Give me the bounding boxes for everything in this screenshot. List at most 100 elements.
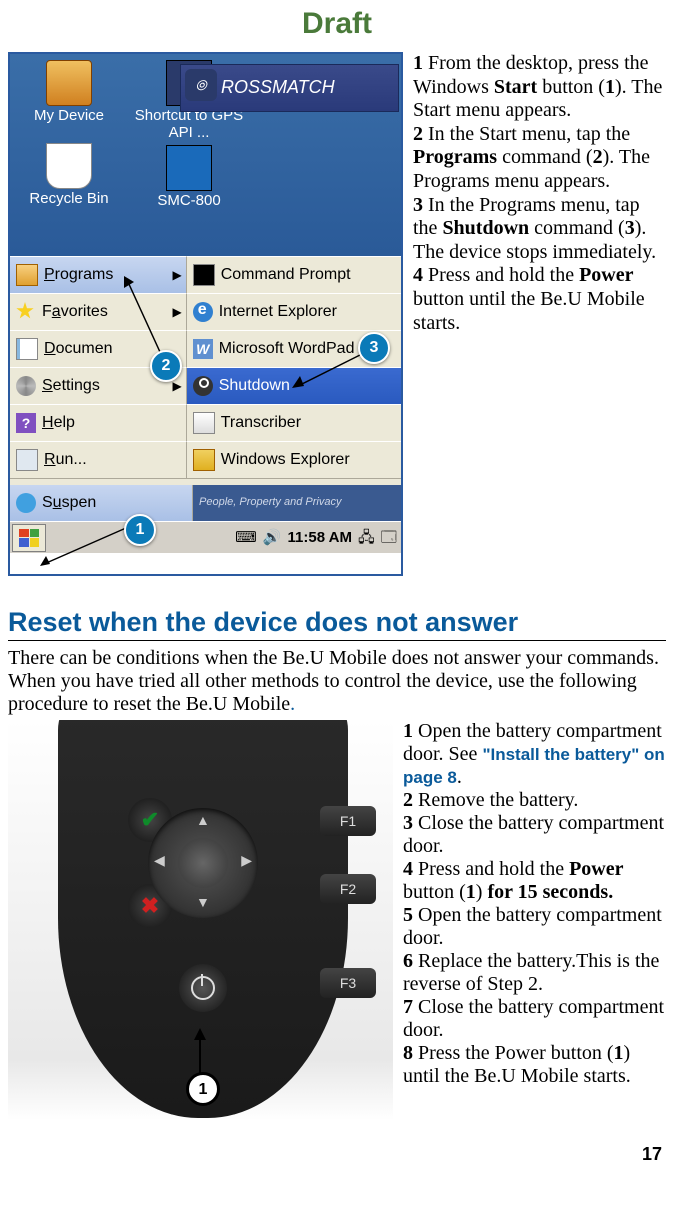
cmd-icon: [193, 264, 215, 286]
brand-banner: People, Property and Privacy: [193, 485, 401, 521]
nav-right-icon: ▶: [241, 854, 252, 871]
r-step6-num: 6: [403, 950, 413, 972]
menu-row-suspend[interactable]: Suspen People, Property and Privacy: [10, 485, 401, 521]
tray-keyboard-icon: ⌨: [235, 529, 257, 547]
suspend-label: Suspen: [42, 493, 192, 512]
r-step4-text-b: button (: [403, 881, 466, 903]
callout-3: 3: [358, 332, 390, 364]
step1-text-b: button (: [537, 76, 605, 98]
menu-row-run[interactable]: Run... Windows Explorer: [10, 441, 401, 478]
power-icon: [191, 976, 215, 1000]
reset-heading: Reset when the device does not answer: [8, 606, 666, 638]
recycle-bin-icon: [46, 143, 92, 189]
nav-cluster: ▲ ▼ ◀ ▶: [148, 808, 258, 918]
step2-text-a: In the Start menu, tap the: [423, 123, 630, 145]
menu-cmd[interactable]: Command Prompt: [187, 256, 401, 293]
r-step7-num: 7: [403, 996, 413, 1018]
step4-num: 4: [413, 264, 423, 286]
r-step2-num: 2: [403, 789, 413, 811]
my-device-icon: [46, 60, 92, 106]
gps-shortcut-label: Shortcut to GPS API ...: [124, 108, 254, 141]
menu-row-help[interactable]: ? Help Transcriber: [10, 404, 401, 441]
callout-1-arrow: [38, 522, 128, 572]
step3-num: 3: [413, 194, 423, 216]
ie-label: Internet Explorer: [219, 302, 401, 321]
reset-instructions: 1 Open the battery compartment door. See…: [403, 720, 666, 1120]
chevron-right-icon: ▶: [172, 305, 181, 319]
r-step8-num: 8: [403, 1042, 413, 1064]
step4-text-b: button until the Be.U Mobile starts.: [413, 288, 645, 334]
step1-num: 1: [413, 52, 423, 74]
nav-down-icon: ▼: [196, 896, 210, 913]
chevron-right-icon: ▶: [172, 379, 181, 393]
callout-2: 2: [150, 350, 182, 382]
step3-text-b: command (: [529, 217, 625, 239]
r-step1-period: .: [457, 766, 462, 788]
r-step7-text: Close the battery compartment door.: [403, 996, 664, 1041]
suspend-icon: [16, 493, 36, 513]
callout-2-arrow: [120, 274, 164, 354]
smc-label: SMC-800: [124, 193, 254, 210]
step1-bold: Start: [494, 76, 537, 98]
tray-desktop-icon: 🗔: [381, 529, 397, 547]
r-step4-bold2: for 15 seconds.: [487, 881, 613, 903]
chevron-right-icon: ▶: [172, 268, 181, 282]
device-body: ✔ ✖ ▲ ▼ ◀ ▶ F1 F2 F3: [58, 720, 348, 1118]
recycle-bin-label: Recycle Bin: [14, 191, 124, 208]
transcriber-icon: [193, 412, 215, 434]
menu-row-programs[interactable]: Programs ▶ Command Prompt: [10, 256, 401, 293]
r-step3-num: 3: [403, 812, 413, 834]
run-label: Run...: [44, 450, 186, 469]
r-step4-bold: Power: [569, 858, 623, 880]
r-step8-text-a: Press the Power button (: [413, 1042, 614, 1064]
wordpad-icon: W: [193, 339, 213, 359]
menu-explorer[interactable]: Windows Explorer: [187, 441, 401, 478]
power-button: [179, 964, 227, 1012]
logo-text: ROSSMATCH: [221, 77, 335, 99]
step2-bold: Programs: [413, 146, 497, 168]
r-step6-text: Replace the battery.This is the reverse …: [403, 950, 659, 995]
my-device-label: My Device: [14, 108, 124, 125]
r-step4-text-a: Press and hold the: [413, 858, 569, 880]
section-reset: ✔ ✖ ▲ ▼ ◀ ▶ F1 F2 F3 1 1 Open the batter…: [8, 720, 666, 1120]
favorites-icon: [16, 302, 36, 322]
windows-flag-icon: [19, 529, 39, 547]
r-step5-text: Open the battery compartment door.: [403, 904, 662, 949]
windows-ce-screenshot: My Device Recycle Bin ⇑ Shortcut to GPS …: [8, 52, 403, 576]
explorer-icon: [193, 449, 215, 471]
step2-text-b: command (: [497, 146, 593, 168]
step2-ref: 2: [593, 146, 603, 168]
f1-button: F1: [320, 806, 376, 836]
menu-row-favorites[interactable]: Favorites ▶ Internet Explorer: [10, 293, 401, 330]
r-step4-ref: 1: [466, 881, 476, 903]
system-tray: ⌨ 🔊 11:58 AM 🖧 🗔: [235, 529, 401, 547]
callout-line: [199, 1036, 201, 1074]
r-step8-ref: 1: [614, 1042, 624, 1064]
step3-bold: Shutdown: [442, 217, 529, 239]
settings-icon: [16, 376, 36, 396]
ie-icon: [193, 302, 213, 322]
help-icon: ?: [16, 413, 36, 433]
step1-ref: 1: [605, 76, 615, 98]
logo-mark-icon: ⦾: [185, 69, 217, 101]
r-step5-num: 5: [403, 904, 413, 926]
menu-transcriber[interactable]: Transcriber: [187, 404, 401, 441]
nav-center-button: [178, 838, 228, 888]
step4-bold: Power: [579, 264, 633, 286]
transcriber-label: Transcriber: [221, 413, 401, 432]
r-step3-text: Close the battery compartment door.: [403, 812, 664, 857]
menu-ie[interactable]: Internet Explorer: [187, 293, 401, 330]
reset-intro-text: There can be conditions when the Be.U Mo…: [8, 647, 659, 715]
f2-button: F2: [320, 874, 376, 904]
nav-up-icon: ▲: [196, 814, 210, 831]
r-step2-text: Remove the battery.: [413, 789, 578, 811]
desktop-area: My Device Recycle Bin ⇑ Shortcut to GPS …: [10, 54, 401, 256]
step4-text-a: Press and hold the: [423, 264, 579, 286]
tray-network-icon: 🖧: [358, 529, 375, 547]
tray-volume-icon: 🔊: [263, 529, 282, 547]
section-shutdown: My Device Recycle Bin ⇑ Shortcut to GPS …: [8, 52, 666, 576]
shutdown-instructions: 1 From the desktop, press the Windows St…: [413, 52, 666, 576]
r-step4-text-c: ): [476, 881, 488, 903]
tray-clock: 11:58 AM: [288, 529, 352, 547]
draft-header: Draft: [8, 6, 666, 42]
